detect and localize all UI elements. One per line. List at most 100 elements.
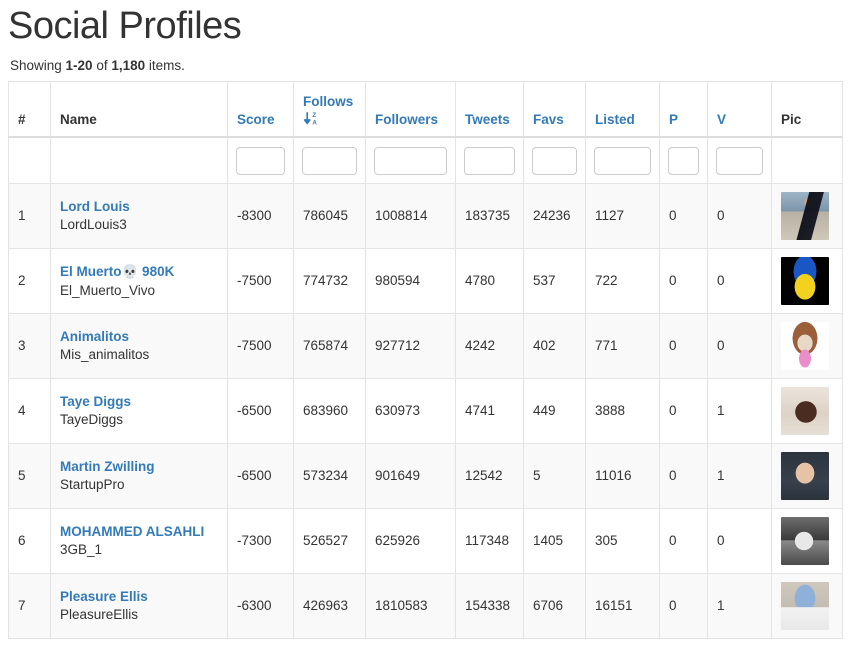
filter-cell-listed[interactable] [585,136,660,184]
cell-favs: 537 [523,247,586,314]
sort-link-tweets[interactable]: Tweets [465,112,510,127]
profile-link[interactable]: MOHAMMED ALSAHLI [60,524,204,539]
filter-cell-p[interactable] [659,136,708,184]
avatar [781,191,829,240]
svg-text:Z: Z [312,112,316,119]
sort-link-followers[interactable]: Followers [375,112,438,127]
column-header-follows[interactable]: Follows Z A [293,80,366,139]
profile-handle: TayeDiggs [60,412,124,428]
cell-v: 0 [707,247,772,314]
cell-follows: 774732 [293,247,366,314]
profile-link[interactable]: Lord Louis [60,199,130,214]
cell-listed: 11016 [585,442,660,509]
avatar [781,256,829,305]
summary-of: of [92,57,112,73]
cell-pic [771,247,843,314]
cell-follows: 426963 [293,572,366,639]
cell-num: 6 [8,507,51,574]
profile-link[interactable]: Martin Zwilling [60,459,155,474]
sort-alpha-desc-icon: ZA [303,110,353,127]
cell-p: 0 [659,182,708,249]
profile-handle: El_Muerto_Vivo [60,282,156,298]
cell-num: 7 [8,572,51,639]
cell-p: 0 [659,507,708,574]
filter-input-favs[interactable] [532,146,577,175]
filter-input-listed[interactable] [594,146,651,175]
result-summary: Showing 1-20 of 1,180 items. [10,58,842,73]
filter-cell-score[interactable] [227,136,294,184]
filter-cell-pic [771,136,843,184]
summary-total: 1,180 [111,57,146,73]
avatar [781,581,829,630]
cell-pic [771,442,843,509]
column-header-label: # [18,112,26,128]
table-row: 4 Taye Diggs TayeDiggs -6500 683960 630973 474… [8,377,843,444]
column-header-v[interactable]: V [707,80,772,139]
cell-name: Pleasure Ellis PleasureEllis [50,572,228,639]
cell-tweets: 4741 [455,377,524,444]
cell-followers: 625926 [365,507,456,574]
column-header-label: Favs [533,112,564,128]
cell-num: 2 [8,247,51,314]
sort-link-favs[interactable]: Favs [533,112,564,127]
sort-link-follows[interactable]: Follows Z A [303,94,353,127]
filter-input-follows[interactable] [302,146,357,175]
column-header-label: Score [237,112,275,128]
cell-num: 5 [8,442,51,509]
column-header-favs[interactable]: Favs [523,80,586,139]
cell-v: 1 [707,377,772,444]
cell-favs: 5 [523,442,586,509]
profile-link[interactable]: Taye Diggs [60,394,131,409]
sort-link-p[interactable]: P [669,112,678,127]
column-header-label: V [717,112,727,128]
filter-input-followers[interactable] [374,146,447,175]
column-header-score[interactable]: Score [227,80,294,139]
cell-tweets: 117348 [455,507,524,574]
cell-v: 0 [707,312,772,379]
table-row: 5 Martin Zwilling StartupPro -6500 573234 901… [8,442,843,509]
cell-p: 0 [659,377,708,444]
filter-cell-name [50,136,228,184]
filter-input-p[interactable] [668,146,699,175]
cell-pic [771,507,843,574]
column-header-followers[interactable]: Followers [365,80,456,139]
cell-follows: 786045 [293,182,366,249]
cell-tweets: 12542 [455,442,524,509]
summary-prefix: Showing [10,57,66,73]
cell-favs: 402 [523,312,586,379]
column-header-name: Name [50,80,228,139]
column-header-p[interactable]: P [659,80,708,139]
cell-score: -6500 [227,442,294,509]
cell-tweets: 4242 [455,312,524,379]
cell-name: Martin Zwilling StartupPro [50,442,228,509]
page-title: Social Profiles [8,5,242,47]
table-row: 3 Animalitos Mis_animalitos -7500 765874 9277… [8,312,843,379]
sort-link-v[interactable]: V [717,112,726,127]
filter-input-v[interactable] [716,146,763,175]
profile-handle: StartupPro [60,477,125,493]
filter-cell-follows[interactable] [293,136,366,184]
column-header-listed[interactable]: Listed [585,80,660,139]
profile-link[interactable]: Pleasure Ellis [60,589,148,604]
cell-followers: 1810583 [365,572,456,639]
table-row: 6 MOHAMMED ALSAHLI 3GB_1 -7300 526527 625926 1… [8,507,843,574]
filter-cell-favs[interactable] [523,136,586,184]
column-header-num: # [8,80,51,139]
cell-followers: 980594 [365,247,456,314]
sort-link-listed[interactable]: Listed [595,112,635,127]
profile-handle: PleasureEllis [60,607,139,623]
sort-link-score[interactable]: Score [237,112,275,127]
profile-link[interactable]: El Muerto💀 980K [60,264,174,279]
cell-listed: 722 [585,247,660,314]
filter-input-tweets[interactable] [464,146,515,175]
filter-cell-tweets[interactable] [455,136,524,184]
profile-link[interactable]: Animalitos [60,329,129,344]
cell-v: 1 [707,572,772,639]
column-header-label: Tweets [465,112,510,128]
column-header-label: Listed [595,112,635,128]
filter-cell-v[interactable] [707,136,772,184]
filter-cell-followers[interactable] [365,136,456,184]
column-header-tweets[interactable]: Tweets [455,80,524,139]
column-header-label: P [669,112,679,128]
filter-input-score[interactable] [236,146,285,175]
